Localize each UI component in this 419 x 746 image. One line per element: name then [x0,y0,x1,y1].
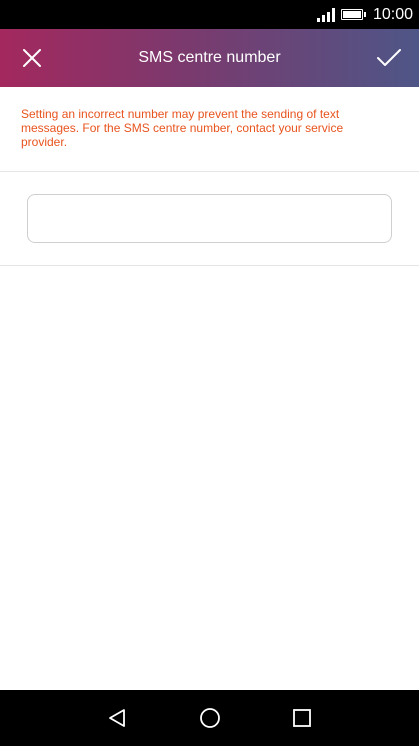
divider [0,265,419,266]
status-time: 10:00 [372,5,413,23]
recents-icon [293,709,311,727]
home-button[interactable] [190,698,230,738]
sms-centre-number-input[interactable] [27,194,392,243]
divider [0,171,419,172]
check-icon [377,49,401,66]
confirm-button[interactable] [369,38,409,78]
status-bar: 10:00 [0,0,419,29]
navigation-bar [0,690,419,746]
signal-icon [316,7,335,22]
back-button[interactable] [97,698,137,738]
page-title: SMS centre number [138,49,281,66]
home-icon [200,708,220,728]
close-button[interactable] [12,38,52,78]
close-icon [23,49,41,67]
app-bar: SMS centre number [0,29,419,87]
status-icons: 10:00 [316,0,413,29]
recents-button[interactable] [282,698,322,738]
battery-icon [340,9,366,20]
warning-message: Setting an incorrect number may prevent … [21,107,344,149]
back-icon [109,709,125,727]
